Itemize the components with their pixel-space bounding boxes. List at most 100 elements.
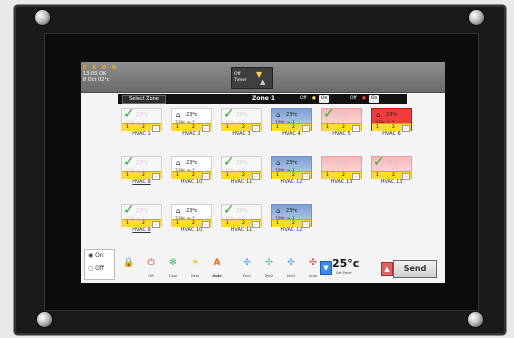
tile-mode-2: 2 [192,221,195,226]
snowflake-icon: ✻ [169,258,177,268]
tile-mode-2: 2 [392,125,395,130]
hvac-tile[interactable]: ✓ 23ºc 33ºc ≥ 1 1 2 ⌄ [121,154,162,180]
tile-mode-2: 2 [242,125,245,130]
auto-caption: Auto [212,274,222,278]
hvac-tile[interactable]: 23ºc 33ºc ≥ 1 1 2 ⌄ [321,156,362,180]
arrow-up-icon: ▲ [384,265,390,273]
tile-label: HVAC 11 [230,227,253,233]
tile-bar: 1 2 ⌄ [222,123,261,132]
fan-icon: ✣ [265,258,273,268]
tile-temp: 23ºc [236,160,248,166]
tile-mode-1: 1 [176,221,179,226]
fan-auto-icon: ✣ [309,258,317,268]
tile-mode-1: 1 [226,221,229,226]
cool-button[interactable]: ✻ Cool [164,258,182,278]
hvac-tile[interactable]: ⌂ 23ºc 33ºc ≥ 1 1 2 ⌄ [171,108,212,132]
tile-temp: 23ºc [186,208,198,214]
tile-label: HVAC 1 [132,131,151,137]
zone-title: Zone 1 [252,95,276,102]
tile-mode-2: 2 [142,173,145,178]
tile-mode-1: 1 [126,125,129,130]
select-zone-button[interactable]: Select Zone [122,95,166,104]
auto-button[interactable]: A Auto [208,258,226,278]
tile-mode-2: 2 [142,221,145,226]
power-on-button[interactable]: On [369,95,380,103]
tile-bar: 1 2 ⌄ [122,219,161,228]
hvac-tile[interactable]: ✓ 23ºc 33ºc ≥ 1 1 2 ⌄ [371,154,412,180]
tile-mode-2: 2 [392,173,395,178]
hvac-tile[interactable]: ⌂ 23ºc 33ºc ≥ 1 1 2 ⌄ [171,204,212,228]
power-icon: ⏻ [147,258,155,268]
hvac-tile[interactable]: ⌂ 23ºc 18ºc ≥ 1 1 2 ⌄ [271,108,312,132]
tile-mode-2: 2 [342,173,345,178]
screw-icon [469,10,484,25]
setpoint-value: 25°c [332,257,360,270]
tile-label: HVAC 2 [182,131,201,137]
tile-mode-1: 1 [226,125,229,130]
heat-button[interactable]: ☀ Heat [186,258,204,278]
fan2-button[interactable]: ✣ Fan2 [260,258,278,278]
tile-mode-2: 2 [342,125,345,130]
tile-label: HVAC 5 [332,131,351,137]
tile-temp: 23ºc [136,160,148,166]
off-caption: Off [148,274,154,278]
hvac-tile[interactable]: ⌂ 23ºc 33ºc ≥ 1 1 2 ⌄ [171,156,212,180]
zone-off-label: Off [95,265,105,272]
house-icon: ⌂ [176,207,181,215]
tile-mode-1: 1 [376,125,379,130]
fan1-button[interactable]: ✣ Fan1 [238,258,256,278]
hvac-tile[interactable]: ✓ 23ºc 33ºc ≥ 1 1 2 ⌄ [121,202,162,228]
lights-on-button[interactable]: On [319,95,330,103]
hvac-tile[interactable]: ⌂ 23ºc 33ºc ≥ 1 1 2 ⌄ [371,108,412,132]
lock-button[interactable]: 🔒 [120,258,138,278]
zone-on-toggle[interactable]: ◉ On [88,252,104,259]
hvac-tile[interactable]: ⌂ 23ºc 18ºc ≥ 1 1 2 ⌄ [271,156,312,180]
tile-label: HVAC 9 [132,227,151,233]
tile-temp: 23ºc [136,208,148,214]
tile-label: HVAC 9 [132,179,151,185]
bulb-icon: ● [312,96,316,101]
tile-mode-1: 1 [326,125,329,130]
tile-mode-1: 1 [276,173,279,178]
tile-label: HVAC 6 [382,131,401,137]
tile-bar: 1 2 ⌄ [322,123,361,132]
zone-off-toggle[interactable]: ○ Off [88,265,104,272]
tile-temp: 23ºc [186,112,198,118]
tile-bar: 1 2 ⌄ [372,123,411,132]
hvac-tile[interactable]: ✓ 23ºc 33ºc ≥ 1 1 2 ⌄ [121,106,162,132]
send-button[interactable]: Send [393,260,437,278]
hvac-tile[interactable]: ✓ 23ºc 33ºc ≥ 1 1 2 ⌄ [221,154,262,180]
tile-mode-1: 1 [376,173,379,178]
tile-mode-1: 1 [276,125,279,130]
tile-mode-1: 1 [176,173,179,178]
check-icon: ✓ [123,202,135,218]
tile-temp: 23ºc [236,208,248,214]
arrow-down-icon: ▼ [323,264,329,272]
house-icon: ⌂ [376,111,381,119]
check-icon: ✓ [223,106,235,122]
power-off-label: Off [350,96,357,101]
tile-bar: 1 2 ⌄ [372,171,411,180]
tile-bar: 1 2 ⌄ [222,219,261,228]
off-button[interactable]: ⏻ Off [142,258,160,278]
tile-mode-2: 2 [242,173,245,178]
tile-temp: 23ºc [286,208,298,214]
timer-button[interactable]: Off Timer ▼ ▲ [231,67,273,89]
setpoint-up-button[interactable]: ▲ [381,262,393,276]
check-icon: ✓ [223,154,235,170]
tile-mode-1: 1 [326,173,329,178]
hvac-tile[interactable]: ✓ 23ºc 33ºc ≥ 1 1 2 ⌄ [321,106,362,132]
tile-bar: 1 2 ⌄ [272,123,311,132]
hvac-tile[interactable]: ⌂ 23ºc 18ºc ≥ 1 1 2 ⌄ [271,204,312,228]
tile-label: HVAC 3 [232,131,251,137]
setpoint-down-button[interactable]: ▼ [320,261,332,275]
hvac-tile[interactable]: ✓ 23ºc 33ºc ≥ 1 1 2 ⌄ [221,106,262,132]
house-icon: ⌂ [276,111,281,119]
tile-mode-2: 2 [242,221,245,226]
tile-bar: 1 2 ⌄ [322,171,361,180]
hvac-tile[interactable]: ✓ 23ºc 33ºc ≥ 1 1 2 ⌄ [221,202,262,228]
tile-label: HVAC 4 [282,131,301,137]
check-icon: ✓ [373,154,385,170]
tile-bar: 1 2 ⌄ [172,219,211,228]
fan3-button[interactable]: ✣ Fan3 [282,258,300,278]
